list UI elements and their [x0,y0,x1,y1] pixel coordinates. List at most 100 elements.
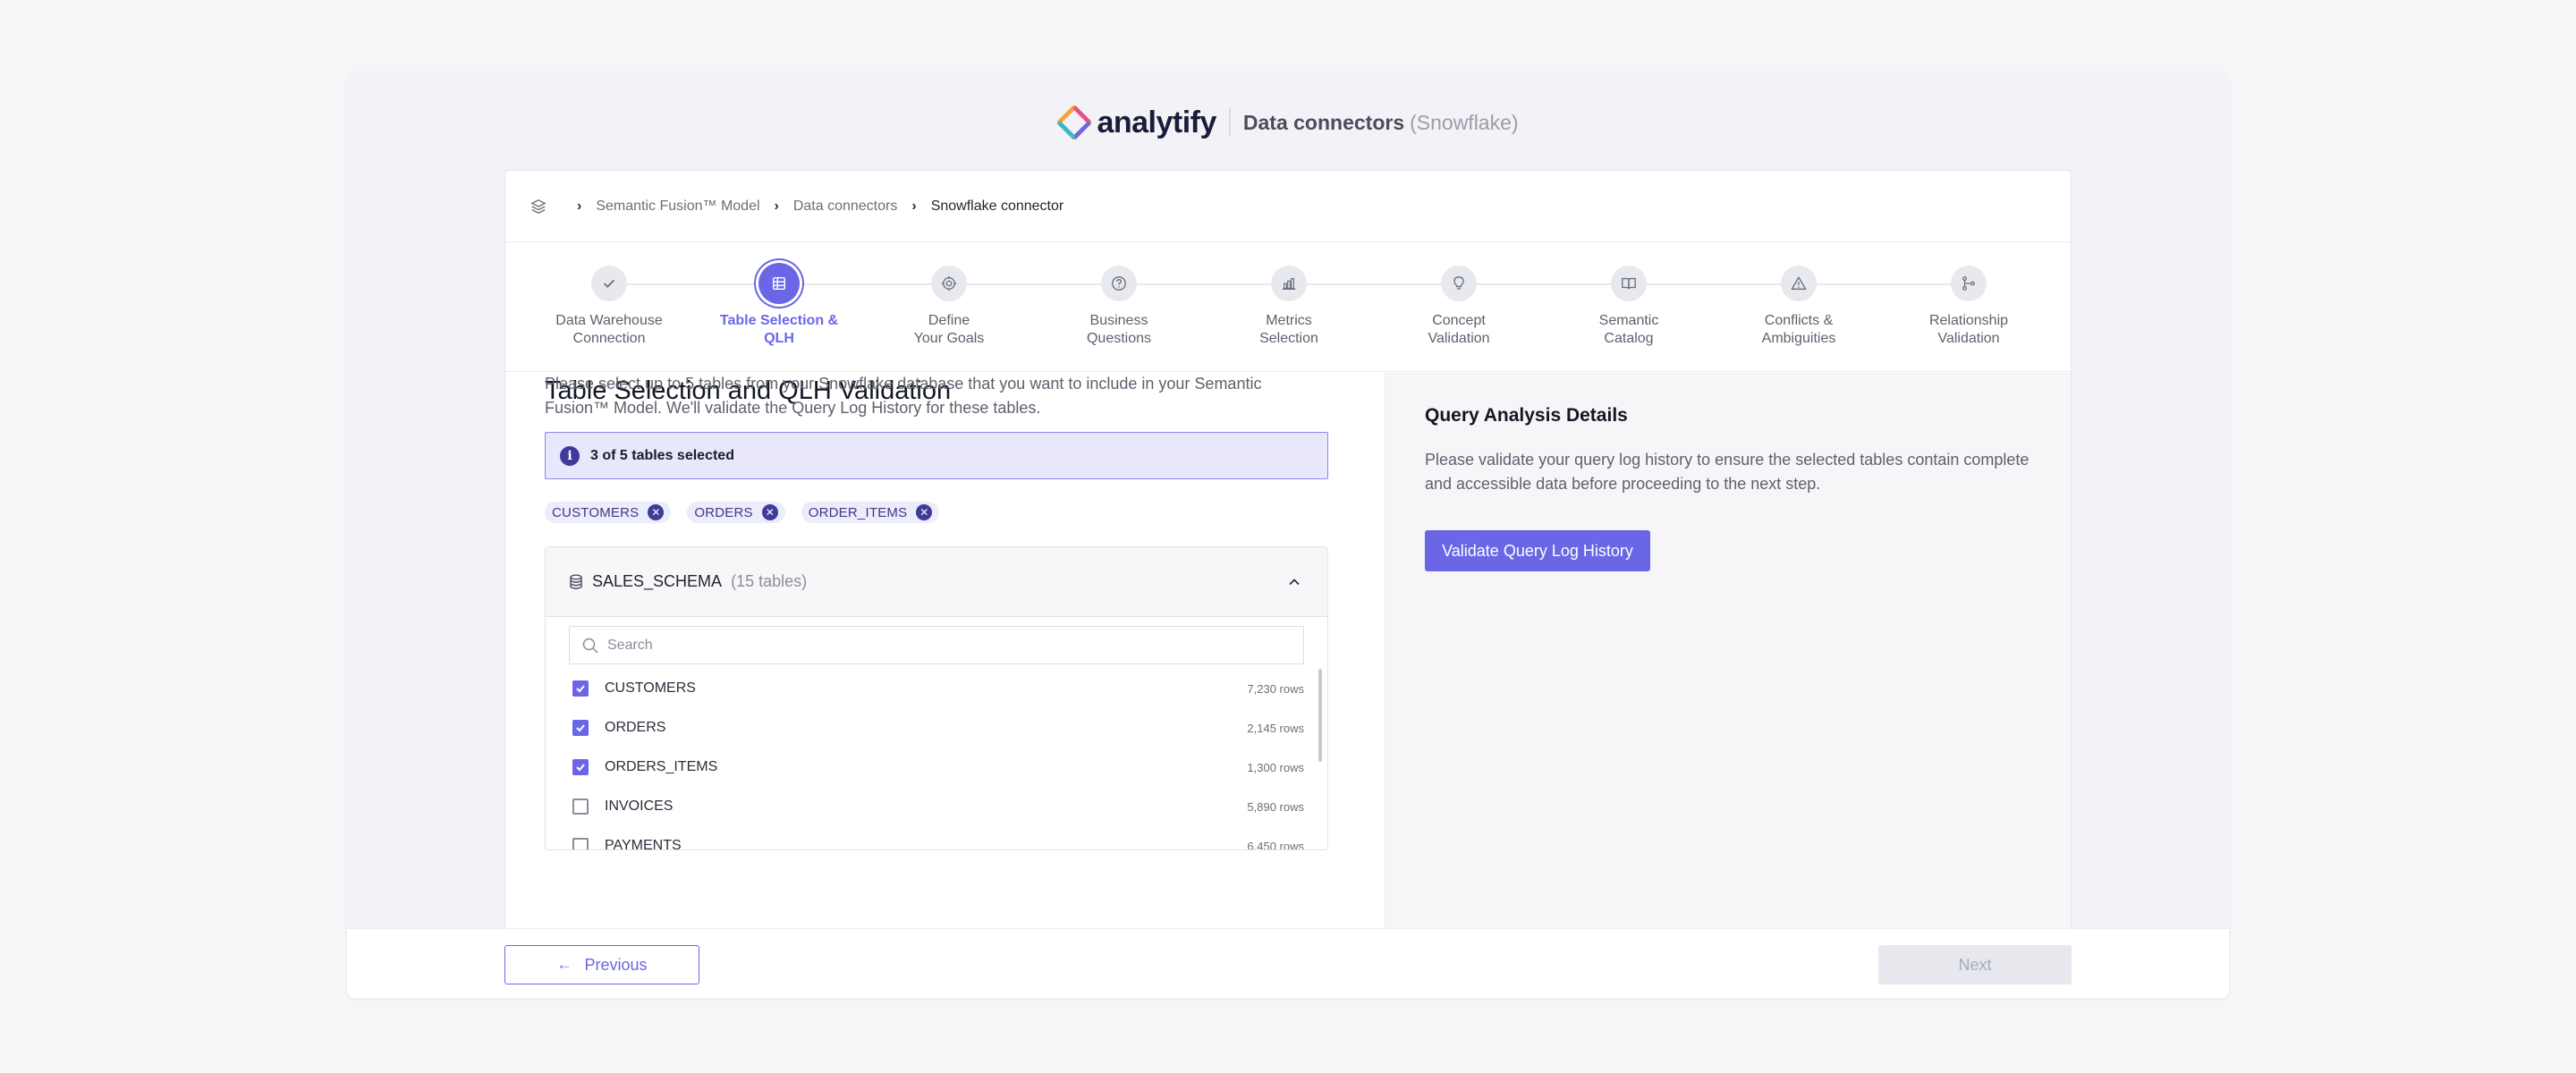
validate-query-log-button[interactable]: Validate Query Log History [1425,530,1650,571]
step-label: Data Warehouse Connection [555,313,663,346]
step-circle [591,266,627,301]
selected-table-chips: CUSTOMERS ✕ ORDERS ✕ ORDER_ITEMS ✕ [545,502,955,523]
section-description: Please select up to 5 tables from your S… [545,375,1262,417]
chip-label: ORDERS [694,504,753,520]
remove-chip-icon[interactable]: ✕ [648,504,665,520]
step-metrics-selection[interactable]: Metrics Selection [1204,266,1374,348]
app-header: analytify Data connectors (Snowflake) [347,100,2229,145]
app-window: analytify Data connectors (Snowflake) › … [347,73,2229,998]
table-checkbox[interactable] [572,680,589,697]
step-circle [1271,266,1307,301]
table-icon [772,276,786,291]
step-circle [931,266,967,301]
database-icon [570,574,582,589]
table-checkbox[interactable] [572,759,589,775]
lightbulb-icon [1453,276,1464,290]
info-icon: i [560,445,580,466]
brand-name: analytify [1097,105,1216,139]
table-list-scrollbar[interactable] [1318,669,1324,849]
chip-customers: CUSTOMERS ✕ [545,502,672,523]
step-semantic-catalog[interactable]: Semantic Catalog [1544,266,1714,348]
book-icon [1622,277,1636,290]
layers-icon[interactable] [530,199,547,215]
warning-icon [1791,276,1807,290]
check-icon [576,764,585,772]
breadcrumb-data-connectors[interactable]: Data connectors [793,199,898,215]
step-conflicts-ambiguities[interactable]: Conflicts & Ambiguities [1714,266,1884,348]
wizard-stepper: Data Warehouse Connection Table Selectio… [505,242,2071,372]
step-relationship-validation[interactable]: Relationship Validation [1884,266,2054,348]
step-circle [1611,266,1647,301]
table-row-count: 2,145 rows [1247,721,1304,735]
check-icon [576,724,585,732]
query-analysis-title: Query Analysis Details [1425,405,1628,426]
chip-order-items: ORDER_ITEMS ✕ [801,502,940,523]
check-icon [603,279,615,288]
step-label: Table Selection & QLH [719,313,839,346]
step-concept-validation[interactable]: Concept Validation [1374,266,1544,348]
breadcrumb-separator: › [577,198,582,214]
table-name: PAYMENTS [605,838,682,850]
step-label: Metrics Selection [1259,313,1318,346]
remove-chip-icon[interactable]: ✕ [761,504,778,520]
breadcrumb-separator: › [911,198,917,214]
arrow-left-icon: ← [556,956,572,973]
schema-header[interactable]: SALES_SCHEMA (15 tables) [546,547,1327,617]
step-label: Semantic Catalog [1598,313,1659,346]
schema-name: SALES_SCHEMA [592,572,723,590]
query-analysis-description: Please validate your query log history t… [1425,451,2029,493]
table-checkbox[interactable] [572,720,589,736]
step-label: Conflicts & Ambiguities [1761,313,1836,346]
table-row[interactable]: ORDERS_ITEMS 1,300 rows [569,748,1304,787]
table-row-count: 6,450 rows [1247,839,1304,850]
step-circle [1441,266,1477,301]
next-button[interactable]: Next [1878,945,2072,984]
table-list: CUSTOMERS 7,230 rows ORDERS 2,145 rows O… [569,669,1304,850]
table-row[interactable]: CUSTOMERS 7,230 rows [569,669,1304,708]
table-checkbox[interactable] [572,838,589,849]
chevron-up-icon[interactable] [1286,574,1302,590]
table-row-count: 1,300 rows [1247,760,1304,774]
target-icon [941,275,957,291]
table-row[interactable]: ORDERS 2,145 rows [569,708,1304,748]
search-icon [582,638,598,654]
table-row-count: 5,890 rows [1247,799,1304,814]
chip-orders: ORDERS ✕ [687,502,785,523]
step-business-questions[interactable]: Business Questions [1034,266,1204,348]
previous-label: Previous [584,955,648,974]
remove-chip-icon[interactable]: ✕ [916,504,933,520]
table-name: ORDERS_ITEMS [605,759,718,774]
breadcrumb-separator: › [774,198,779,214]
wizard-card: › Semantic Fusion™ Model › Data connecto… [504,170,2072,998]
wizard-footer: ← Previous Next [347,928,2229,998]
step-label: Concept Validation [1428,313,1490,346]
step-label: Relationship Validation [1928,313,2009,346]
scrollbar-thumb[interactable] [1318,669,1322,762]
step-data-warehouse-connection[interactable]: Data Warehouse Connection [524,266,694,348]
breadcrumb-semantic-fusion[interactable]: Semantic Fusion™ Model [596,199,759,215]
bar-chart-icon [1282,278,1296,290]
table-checkbox[interactable] [572,798,589,815]
table-name: ORDERS [605,720,666,735]
selection-info-banner: i 3 of 5 tables selected [545,432,1328,479]
relationship-icon [1962,276,1975,291]
step-circle [1101,266,1137,301]
table-row[interactable]: INVOICES 5,890 rows [569,787,1304,826]
table-search [569,626,1304,664]
previous-button[interactable]: ← Previous [504,945,699,984]
page-title: Data connectors [1242,110,1405,134]
table-row-count: 7,230 rows [1247,681,1304,696]
step-label: Define Your Goals [913,313,985,346]
step-define-goals[interactable]: Define Your Goals [864,266,1034,348]
search-input[interactable] [607,637,1287,654]
question-icon [1112,276,1126,291]
check-icon [576,685,585,693]
step-circle [1951,266,1987,301]
query-analysis-pane: Query Analysis Details Please validate y… [1385,373,2071,998]
logo-mark-icon [1057,106,1092,139]
schema-panel: SALES_SCHEMA (15 tables) CUSTO [545,546,1328,850]
step-table-selection[interactable]: Table Selection & QLH [694,263,864,348]
table-row[interactable]: PAYMENTS 6,450 rows [569,826,1304,850]
chip-label: ORDER_ITEMS [808,504,908,520]
step-circle [1781,266,1817,301]
